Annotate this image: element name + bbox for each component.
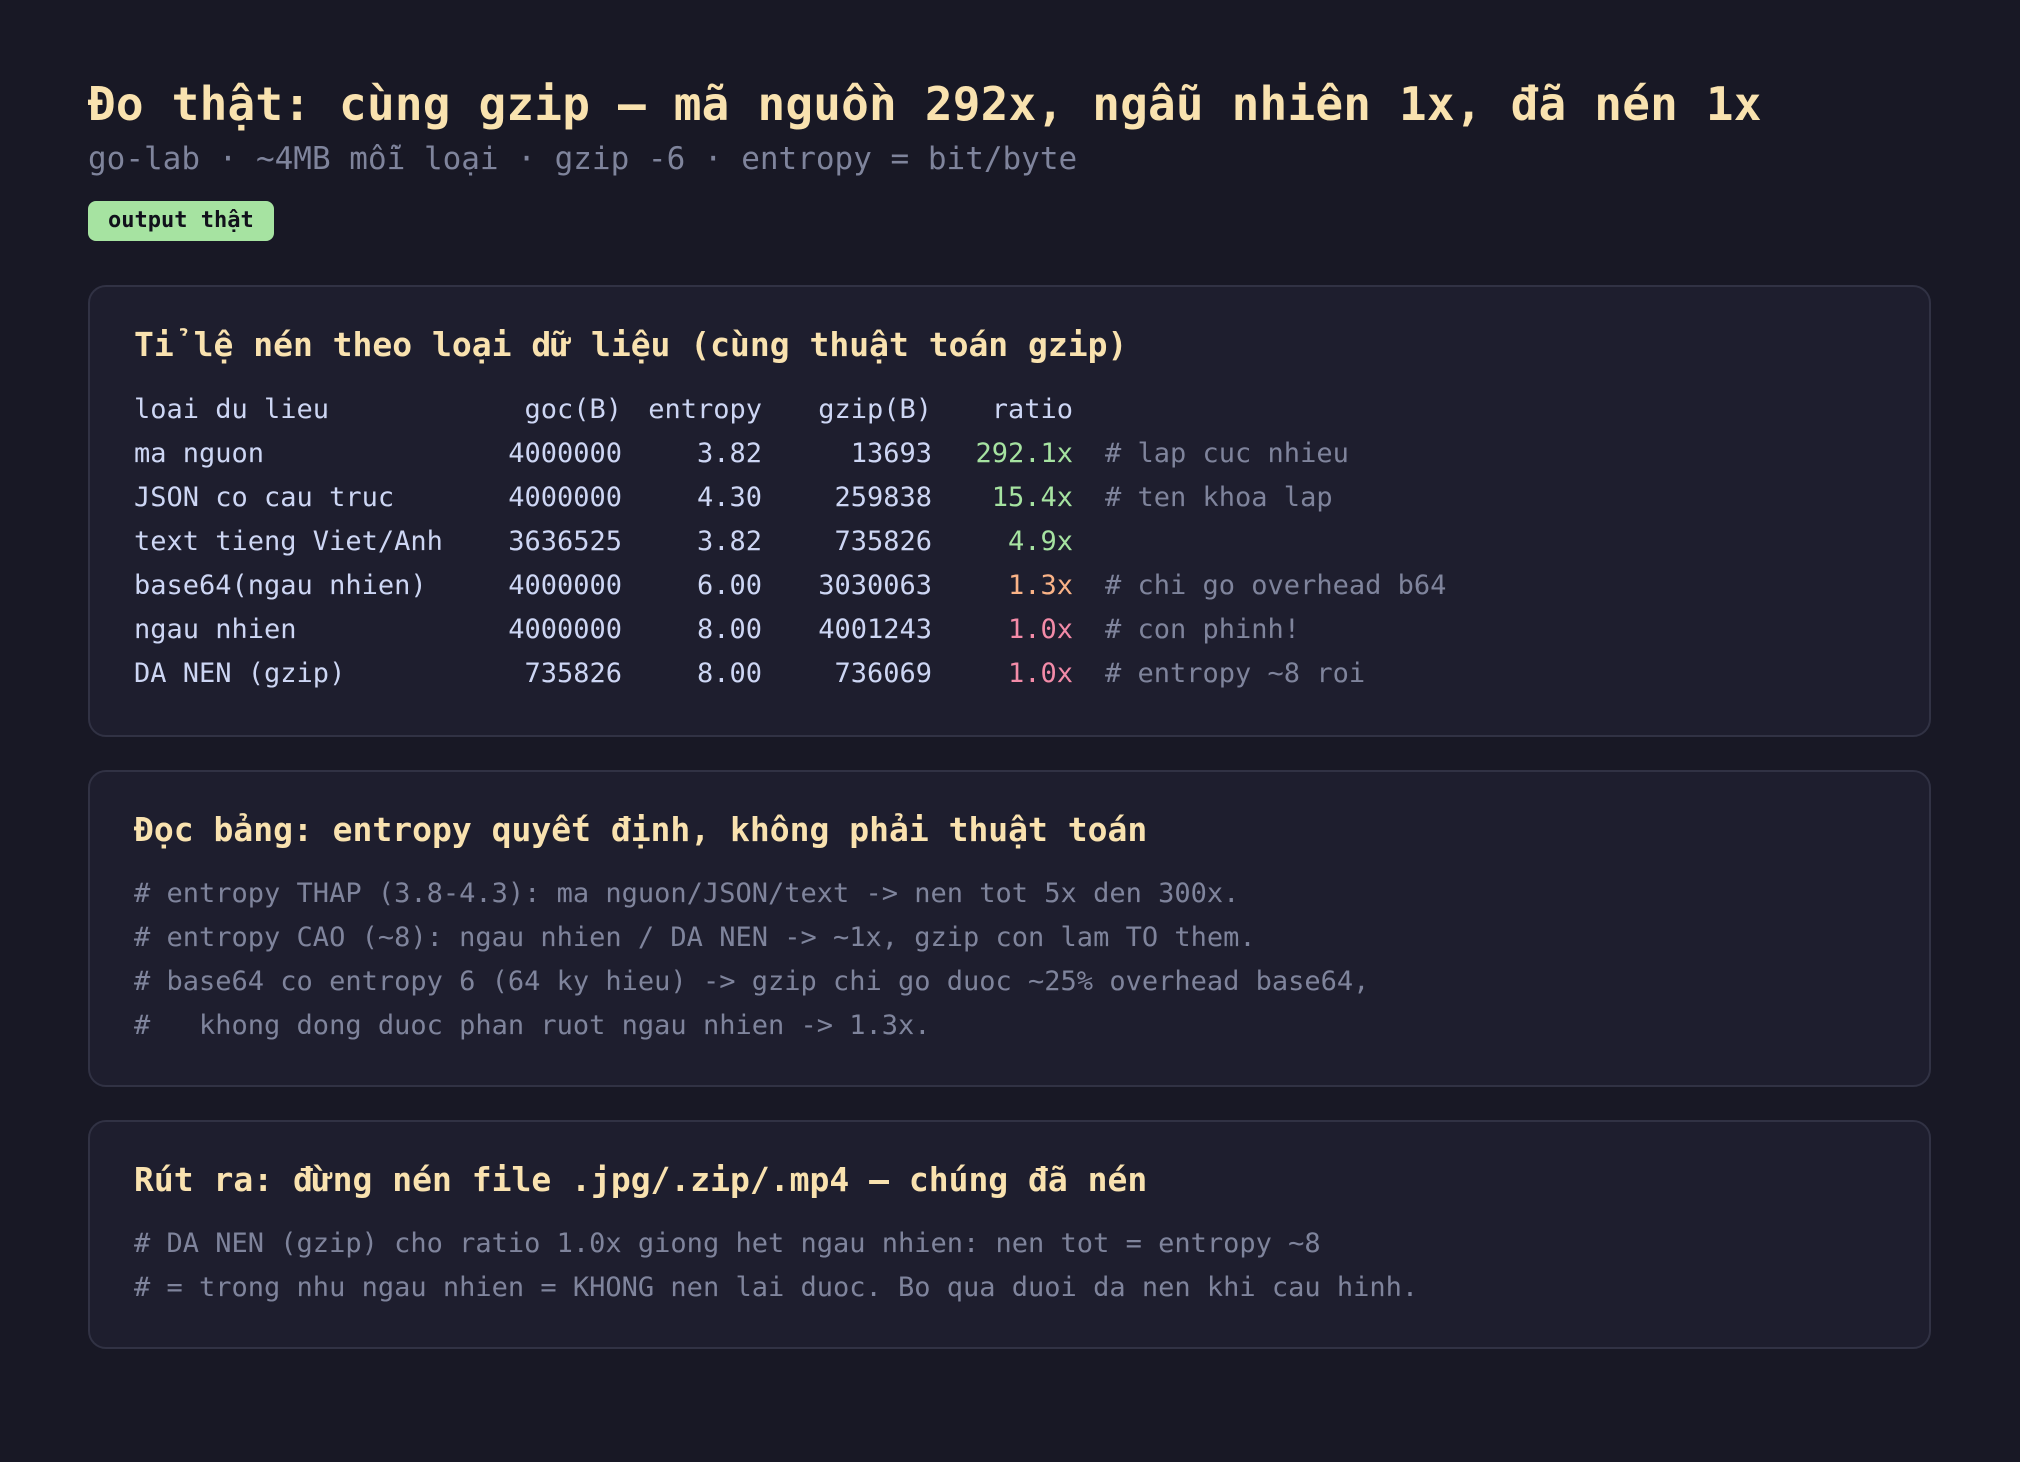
cell-data-type: ngau nhien	[134, 613, 297, 645]
column-header: gzip(B)	[818, 393, 932, 425]
comment-line: # khong dong duoc phan ruot ngau nhien -…	[134, 1010, 931, 1041]
cell-ratio: 1.0x	[1007, 613, 1073, 645]
comment-line: # base64 co entropy 6 (64 ky hieu) -> gz…	[134, 966, 1370, 997]
column-header: entropy	[648, 393, 762, 425]
cell-data-type: JSON co cau truc	[134, 481, 395, 513]
cell-comment: # con phinh!	[1105, 613, 1301, 645]
table-row: DA NEN (gzip) 735826 8.00 736069 1.0x # entro…	[134, 651, 1446, 695]
cell-ratio: 4.9x	[1007, 525, 1073, 557]
compression-table-card: Tỉ lệ nén theo loại dữ liệu (cùng thuật …	[88, 285, 1931, 737]
comment-line: # DA NEN (gzip) cho ratio 1.0x giong het…	[134, 1228, 1321, 1259]
cell-comment: # lap cuc nhieu	[1105, 437, 1349, 469]
cell-ratio: 292.1x	[975, 437, 1073, 469]
cell-original-bytes: 4000000	[508, 437, 622, 469]
page-subtitle: go-lab · ~4MB mỗi loại · gzip -6 · entro…	[88, 141, 1078, 177]
explanation-card: Đọc bảng: entropy quyết định, không phải…	[88, 770, 1931, 1087]
cell-entropy: 8.00	[696, 613, 762, 645]
cell-entropy: 4.30	[696, 481, 762, 513]
table-row: ngau nhien 4000000 8.00 4001243 1.0x # con ph…	[134, 607, 1446, 651]
column-header: ratio	[991, 393, 1073, 425]
table-row: JSON co cau truc 4000000 4.30 259838 15.4x # …	[134, 475, 1446, 519]
cell-comment: # chi go overhead b64	[1105, 569, 1447, 601]
cell-gzip-bytes: 735826	[834, 525, 932, 557]
cell-gzip-bytes: 259838	[834, 481, 932, 513]
status-badge: output thật	[88, 201, 274, 241]
cell-original-bytes: 4000000	[508, 613, 622, 645]
table-row: base64(ngau nhien) 4000000 6.00 3030063 1.3x…	[134, 563, 1446, 607]
cell-original-bytes: 4000000	[508, 481, 622, 513]
compression-table: loai du lieu goc(B) entropy gzip(B) rati…	[134, 387, 1446, 695]
page: Đo thật: cùng gzip — mã nguồn 292x, ngẫu…	[0, 0, 2020, 1349]
cell-data-type: base64(ngau nhien)	[134, 569, 427, 601]
cell-comment: # entropy ~8 roi	[1105, 657, 1366, 689]
cell-entropy: 3.82	[696, 525, 762, 557]
comment-line: # entropy THAP (3.8-4.3): ma nguon/JSON/…	[134, 878, 1240, 909]
cell-comment	[1073, 519, 1446, 563]
cell-gzip-bytes: 736069	[834, 657, 932, 689]
cell-original-bytes: 3636525	[508, 525, 622, 557]
cell-gzip-bytes: 4001243	[818, 613, 932, 645]
cell-entropy: 3.82	[696, 437, 762, 469]
cell-original-bytes: 735826	[524, 657, 622, 689]
table-row: ma nguon 4000000 3.82 13693 292.1x # lap cuc …	[134, 431, 1446, 475]
cell-comment: # ten khoa lap	[1105, 481, 1333, 513]
cell-ratio: 1.0x	[1007, 657, 1073, 689]
card-title: Tỉ lệ nén theo loại dữ liệu (cùng thuật …	[134, 325, 1128, 364]
column-header: loai du lieu	[134, 393, 330, 425]
cell-entropy: 6.00	[696, 569, 762, 601]
cell-data-type: DA NEN (gzip)	[134, 657, 346, 689]
comment-line: # = trong nhu ngau nhien = KHONG nen lai…	[134, 1272, 1419, 1303]
cell-data-type: ma nguon	[134, 437, 265, 469]
column-header: goc(B)	[524, 393, 622, 425]
conclusion-card: Rút ra: đừng nén file .jpg/.zip/.mp4 — c…	[88, 1120, 1931, 1349]
cell-original-bytes: 4000000	[508, 569, 622, 601]
cell-gzip-bytes: 3030063	[818, 569, 932, 601]
cell-ratio: 15.4x	[991, 481, 1073, 513]
card-title: Rút ra: đừng nén file .jpg/.zip/.mp4 — c…	[134, 1160, 1148, 1199]
card-title: Đọc bảng: entropy quyết định, không phải…	[134, 810, 1148, 849]
table-header-row: loai du lieu goc(B) entropy gzip(B) rati…	[134, 387, 1446, 431]
cell-ratio: 1.3x	[1007, 569, 1073, 601]
cell-gzip-bytes: 13693	[850, 437, 932, 469]
table-row: text tieng Viet/Anh 3636525 3.82 735826 4.9x	[134, 519, 1446, 563]
page-title: Đo thật: cùng gzip — mã nguồn 292x, ngẫu…	[88, 77, 1762, 131]
cell-data-type: text tieng Viet/Anh	[134, 525, 443, 557]
cell-entropy: 8.00	[696, 657, 762, 689]
comment-line: # entropy CAO (~8): ngau nhien / DA NEN …	[134, 922, 1256, 953]
